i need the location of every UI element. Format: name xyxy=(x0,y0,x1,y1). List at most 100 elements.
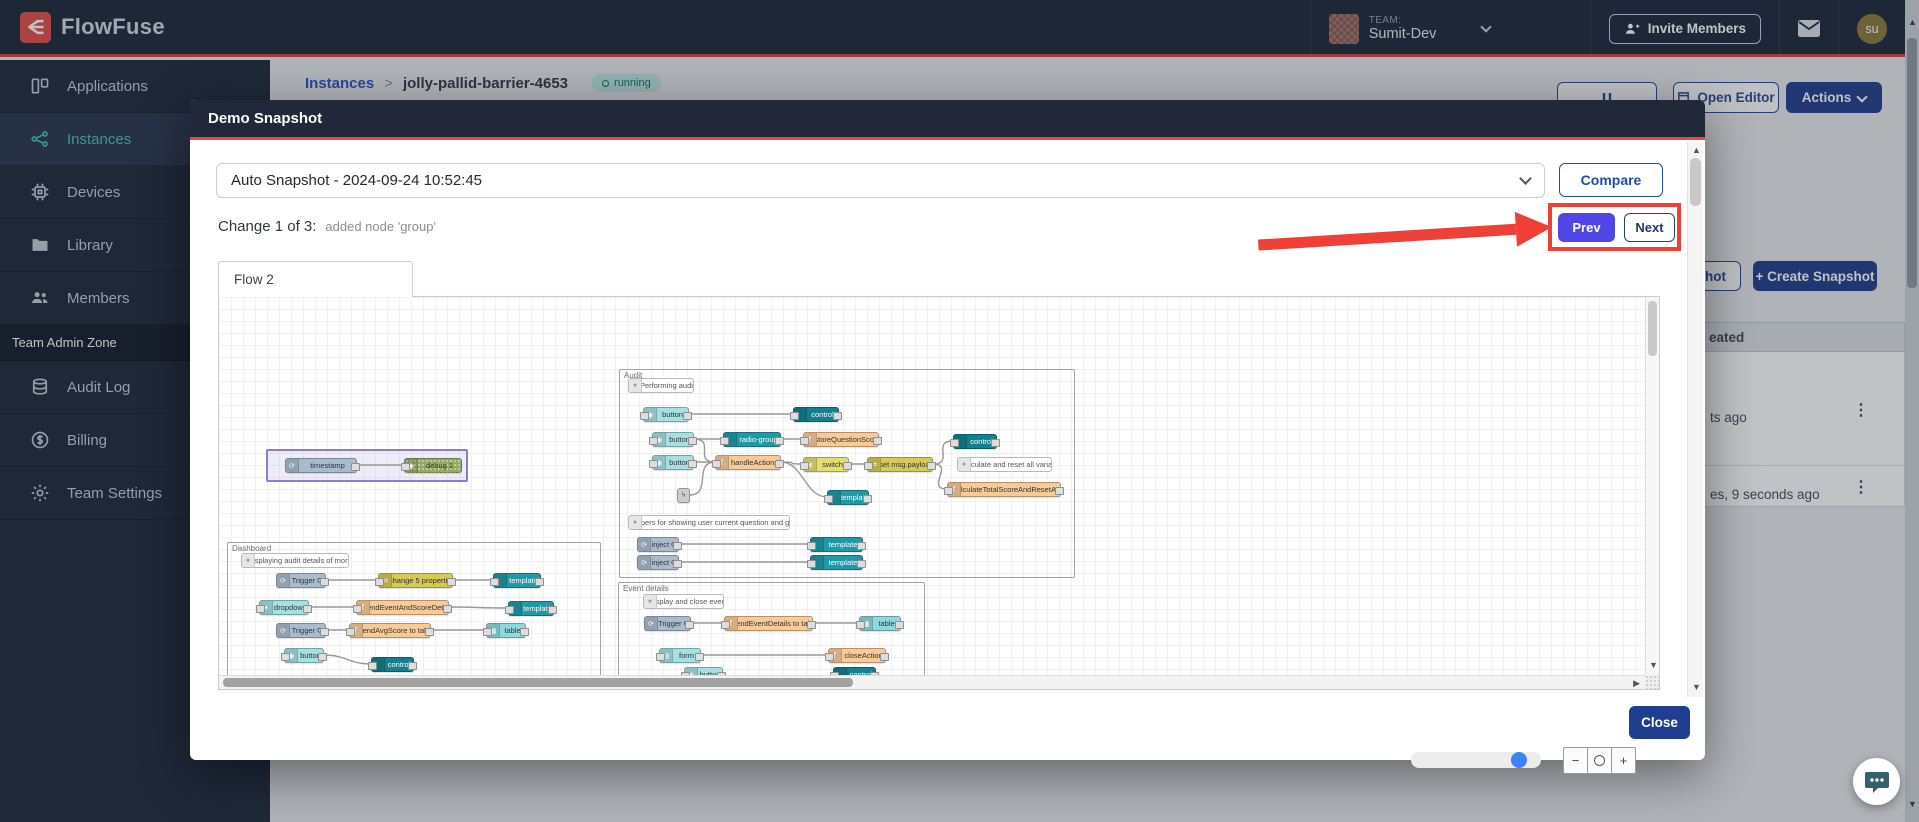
modal-scrollbar[interactable]: ▲ ▼ xyxy=(1687,142,1703,697)
flow-node-template: template xyxy=(490,573,544,588)
dropdown-icon: ▾ xyxy=(260,601,273,614)
template-icon xyxy=(828,491,841,504)
flow-node-inject: ⟳ Trigger ⟳ xyxy=(276,573,329,588)
inject-icon: ⟳ xyxy=(638,556,651,569)
close-button[interactable]: Close xyxy=(1629,706,1690,739)
snapshot-select[interactable]: Auto Snapshot - 2024-09-24 10:52:45 xyxy=(216,163,1545,198)
flow-node-template: radio-group xyxy=(720,432,784,447)
change-label: Change 1 of 3: xyxy=(218,218,317,235)
change-summary: Change 1 of 3: added node 'group' xyxy=(218,218,436,235)
flow-node-inject: ⟳ Trigger ⟳ xyxy=(276,623,329,638)
flow-node-comment: ●steppers for showing user current quest… xyxy=(628,515,790,530)
flow-canvas-container: Audit Dashboard Event details ⟳ timestamp ◉ de… xyxy=(218,296,1660,774)
template-icon xyxy=(494,574,507,587)
flow-node-button: ◉ button xyxy=(649,432,697,447)
snapshot-select-value: Auto Snapshot - 2024-09-24 10:52:45 xyxy=(231,172,483,189)
control-icon xyxy=(954,435,967,448)
flow-node-control: control xyxy=(950,434,1000,449)
chevron-down-icon xyxy=(1519,172,1532,185)
scroll-down-arrow-icon[interactable]: ▼ xyxy=(1692,683,1701,692)
debug-icon: ◉ xyxy=(405,459,418,472)
canvas-hscroll-thumb[interactable] xyxy=(223,678,853,687)
app-root: Instances > jolly-pallid-barrier-4653 ru… xyxy=(0,0,1919,822)
flow-node-comment: ● Performing audit xyxy=(628,378,694,393)
tab-flow-2[interactable]: Flow 2 xyxy=(218,261,413,297)
flow-node-switch: ≷ switch xyxy=(800,457,852,472)
chat-widget-button[interactable] xyxy=(1853,758,1900,805)
zoom-in-button[interactable]: + xyxy=(1612,748,1635,773)
func-icon: ƒ xyxy=(829,649,842,662)
canvas-scroll-corner xyxy=(1645,675,1659,689)
scroll-right-arrow-icon[interactable]: ▶ xyxy=(1633,679,1640,688)
flow-node-template: template xyxy=(824,490,872,505)
flow-node-inject: ⟳ Trigger ⟳ xyxy=(644,616,694,631)
switch-icon: ≷ xyxy=(804,458,817,471)
form-icon: ▤ xyxy=(660,649,673,662)
flow-node-form: ▤ form xyxy=(656,648,704,663)
inject-icon: ⟳ xyxy=(286,459,299,472)
comment-icon: ● xyxy=(629,516,642,529)
table-icon: ▦ xyxy=(860,617,873,630)
zoom-reset-button[interactable] xyxy=(1588,748,1612,773)
flow-node-table: ▦ table xyxy=(856,616,904,631)
inject-icon: ⟳ xyxy=(638,538,651,551)
change-icon: ⇄ xyxy=(868,458,881,471)
func-icon: ƒ xyxy=(725,617,738,630)
zoom-slider-thumb[interactable] xyxy=(1511,752,1527,768)
flow-node-change: ⇄ set msg.payload xyxy=(864,457,936,472)
button-icon: ◉ xyxy=(653,456,666,469)
template-icon xyxy=(724,433,737,446)
flow-node-template: template xyxy=(807,537,866,552)
canvas-vertical-scrollbar[interactable]: ▼ xyxy=(1645,297,1659,676)
flow-node-button: ◉ button xyxy=(640,407,692,422)
snapshot-modal: Demo Snapshot Auto Snapshot - 2024-09-24… xyxy=(190,100,1705,774)
flow-node-func: ƒsendEventDetails to table xyxy=(721,616,816,631)
annotation-highlight-box xyxy=(1548,203,1681,251)
scroll-up-arrow-icon[interactable]: ▲ xyxy=(1692,146,1701,155)
zoom-slider[interactable] xyxy=(1411,752,1541,768)
flow-node-inject: ⟳ inject ⟳ xyxy=(637,537,682,552)
flow-node-control: control xyxy=(790,407,842,422)
func-icon: ƒ xyxy=(716,456,729,469)
table-icon: ▦ xyxy=(487,624,500,637)
comment-icon: ● xyxy=(644,595,657,608)
zoom-reset-icon xyxy=(1594,755,1605,766)
compare-button[interactable]: Compare xyxy=(1559,163,1663,197)
func-icon: ƒ xyxy=(948,483,961,496)
flow-node-template: template xyxy=(505,601,557,616)
modal-title: Demo Snapshot xyxy=(208,110,323,127)
template-icon xyxy=(811,556,824,569)
flow-node-status: ϟ xyxy=(677,488,690,503)
flow-node-func: ƒ closeAction xyxy=(825,648,889,663)
canvas-horizontal-scrollbar[interactable]: ▶ xyxy=(219,675,1646,689)
zoom-out-button[interactable]: − xyxy=(1564,748,1588,773)
annotation-arrow xyxy=(1258,211,1552,251)
control-icon xyxy=(372,658,385,671)
chat-bubble-icon xyxy=(1864,771,1889,793)
modal-scrollbar-thumb[interactable] xyxy=(1690,158,1701,206)
flow-node-comment: ●Calculate and reset all variable xyxy=(957,457,1052,472)
func-icon: ƒ xyxy=(357,601,370,614)
flow-node-inject: ⟳ timestamp xyxy=(285,458,360,473)
flow-node-func: ƒsendAvgScore to table xyxy=(346,623,434,638)
flow-node-comment: ●Display and close events xyxy=(643,594,724,609)
flow-node-template: template xyxy=(807,555,866,570)
inject-icon: ⟳ xyxy=(645,617,658,630)
flow-node-table: ▦ table xyxy=(483,623,529,638)
button-icon: ◉ xyxy=(653,433,666,446)
change-icon: ⇄ xyxy=(379,574,392,587)
flow-node-func: ƒ storeQuestionScore xyxy=(800,432,882,447)
button-icon: ◉ xyxy=(644,408,657,421)
canvas-vscroll-thumb[interactable] xyxy=(1648,301,1657,356)
modal-header: Demo Snapshot xyxy=(190,100,1705,140)
flow-node-dropdown: ▾ dropdown xyxy=(256,600,312,615)
flow-node-inject: ⟳ inject ⟳ xyxy=(637,555,682,570)
inject-icon: ⟳ xyxy=(277,624,290,637)
inject-icon: ⟳ xyxy=(277,574,290,587)
flow-node-func: ƒsendEventAndScoreDetails xyxy=(353,600,452,615)
scroll-down-arrow-icon[interactable]: ▼ xyxy=(1649,661,1658,670)
func-icon: ƒ xyxy=(350,624,363,637)
zoom-controls: − + xyxy=(1563,747,1636,774)
flow-canvas[interactable]: Audit Dashboard Event details ⟳ timestamp ◉ de… xyxy=(219,297,1646,676)
comment-icon: ● xyxy=(242,554,255,567)
